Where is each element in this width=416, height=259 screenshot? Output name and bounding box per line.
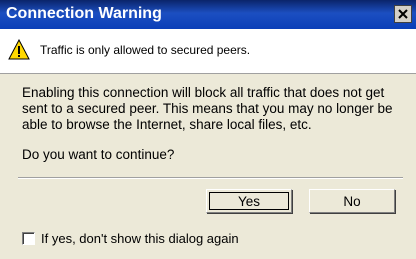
message-body: Enabling this connection will block all … xyxy=(22,85,393,132)
connection-warning-dialog: Connection Warning Traffic is only allow… xyxy=(0,0,416,259)
close-button[interactable] xyxy=(394,5,412,23)
dont-show-again-label[interactable]: If yes, don't show this dialog again xyxy=(41,231,239,246)
info-text: Traffic is only allowed to secured peers… xyxy=(40,43,251,57)
continue-question: Do you want to continue? xyxy=(22,147,175,162)
warning-icon xyxy=(8,39,30,60)
separator xyxy=(18,177,403,179)
no-button[interactable]: No xyxy=(309,189,395,213)
title-bar[interactable]: Connection Warning xyxy=(0,0,416,29)
info-banner: Traffic is only allowed to secured peers… xyxy=(0,29,416,74)
dont-show-again-checkbox[interactable] xyxy=(22,232,35,245)
close-icon xyxy=(398,9,408,19)
dialog-title: Connection Warning xyxy=(6,5,162,22)
yes-button[interactable]: Yes xyxy=(206,189,292,213)
